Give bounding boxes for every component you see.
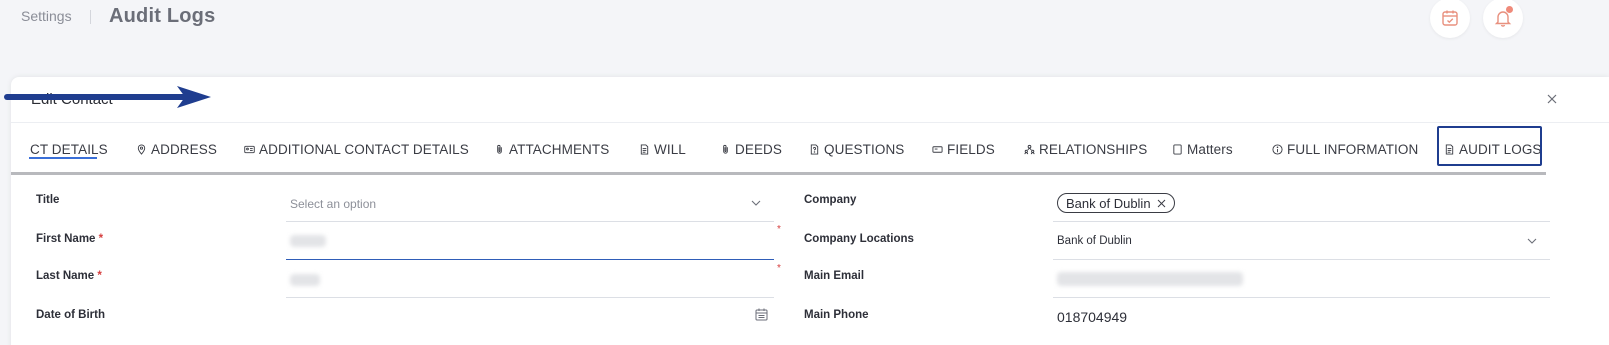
id-card-icon <box>244 145 255 153</box>
label-last-name-text: Last Name <box>36 270 95 282</box>
company-locations-value: Bank of Dublin <box>1057 235 1132 247</box>
tab-label: ADDRESS <box>151 141 217 157</box>
tab-deeds[interactable]: DEEDS <box>720 139 782 159</box>
calendar-button[interactable] <box>1430 0 1470 38</box>
redacted-value <box>290 274 320 286</box>
tab-scrollbar[interactable] <box>11 172 1546 175</box>
tab-fields[interactable]: FIELDS <box>932 139 995 159</box>
people-icon <box>1024 144 1035 154</box>
required-marker: * <box>777 263 781 274</box>
date-of-birth-input[interactable] <box>286 298 774 336</box>
company-multiselect[interactable]: Bank of Dublin <box>1053 184 1550 222</box>
title-placeholder: Select an option <box>290 197 377 211</box>
required-marker: * <box>98 233 104 245</box>
tab-label: ATTACHMENTS <box>509 141 610 157</box>
company-locations-select[interactable]: Bank of Dublin <box>1053 222 1550 260</box>
tab-address[interactable]: ADDRESS <box>136 139 217 159</box>
tab-matters[interactable]: Matters <box>1172 139 1233 159</box>
required-marker: * <box>777 224 781 235</box>
tab-contact-details[interactable]: CT DETAILS <box>30 139 108 159</box>
tab-questions[interactable]: QUESTIONS <box>809 139 904 159</box>
label-first-name-text: First Name <box>36 233 96 245</box>
first-name-input[interactable] <box>286 222 774 260</box>
tab-label: Matters <box>1187 141 1233 157</box>
annotation-arrow <box>4 86 211 108</box>
main-email-input[interactable] <box>1053 260 1550 298</box>
top-bar: Settings Audit Logs <box>0 0 1609 70</box>
edit-contact-modal: Edit Contact CT DETAILS ADDRESS ADDITION… <box>11 77 1609 345</box>
tab-label: ADDITIONAL CONTACT DETAILS <box>259 141 469 157</box>
calendar-check-icon <box>1442 10 1458 26</box>
company-chip: Bank of Dublin <box>1057 193 1175 213</box>
label-company: Company <box>804 194 857 206</box>
square-icon <box>1173 143 1182 155</box>
calendar-icon[interactable] <box>755 308 768 321</box>
main-phone-value: 018704949 <box>1057 309 1128 325</box>
tab-full-information[interactable]: FULL INFORMATION <box>1272 139 1418 159</box>
label-title: Title <box>36 194 60 206</box>
tab-label: WILL <box>654 141 686 157</box>
label-date-of-birth: Date of Birth <box>36 309 105 321</box>
tab-label: FULL INFORMATION <box>1287 141 1419 157</box>
required-marker: * <box>97 270 102 282</box>
last-name-input[interactable] <box>286 260 774 298</box>
document-icon <box>640 143 649 155</box>
tab-attachments[interactable]: ATTACHMENTS <box>494 139 609 159</box>
tab-relationships[interactable]: RELATIONSHIPS <box>1024 139 1147 159</box>
map-pin-icon <box>137 144 146 155</box>
close-icon[interactable] <box>1544 91 1560 107</box>
main-phone-input[interactable]: 018704949 <box>1053 298 1550 336</box>
tab-label: RELATIONSHIPS <box>1039 141 1148 157</box>
tab-bar: CT DETAILS ADDRESS ADDITIONAL CONTACT DE… <box>11 124 1609 175</box>
annotation-highlight-box <box>1437 126 1542 166</box>
breadcrumb-settings[interactable]: Settings <box>21 8 72 24</box>
redacted-value <box>290 235 326 247</box>
tab-label: FIELDS <box>947 141 995 157</box>
label-company-locations: Company Locations <box>804 233 914 245</box>
paperclip-icon <box>497 144 502 154</box>
label-last-name: Last Name * <box>36 270 102 282</box>
active-tab-indicator <box>29 157 97 159</box>
chip-remove-icon[interactable] <box>1157 199 1166 208</box>
label-main-phone: Main Phone <box>804 309 869 321</box>
chevron-down-icon <box>751 200 761 206</box>
breadcrumb-divider <box>90 10 91 24</box>
redacted-value <box>1057 272 1243 286</box>
tab-will[interactable]: WILL <box>639 139 686 159</box>
fields-icon <box>932 145 943 153</box>
title-select[interactable]: Select an option <box>286 184 774 222</box>
notification-dot <box>1506 6 1513 13</box>
tab-label: CT DETAILS <box>30 141 108 157</box>
label-main-email: Main Email <box>804 270 865 282</box>
tab-additional-contact-details[interactable]: ADDITIONAL CONTACT DETAILS <box>244 139 469 159</box>
chevron-down-icon <box>1527 238 1537 244</box>
info-icon <box>1272 143 1283 155</box>
label-first-name: First Name * <box>36 233 103 245</box>
tab-label: QUESTIONS <box>824 141 905 157</box>
notifications-button[interactable] <box>1483 0 1523 38</box>
chip-label: Bank of Dublin <box>1066 195 1151 211</box>
paperclip-icon <box>723 144 728 154</box>
modal-header: Edit Contact <box>11 77 1609 123</box>
tab-label: DEEDS <box>735 141 783 157</box>
question-doc-icon <box>810 143 819 155</box>
page-title: Audit Logs <box>109 5 216 27</box>
